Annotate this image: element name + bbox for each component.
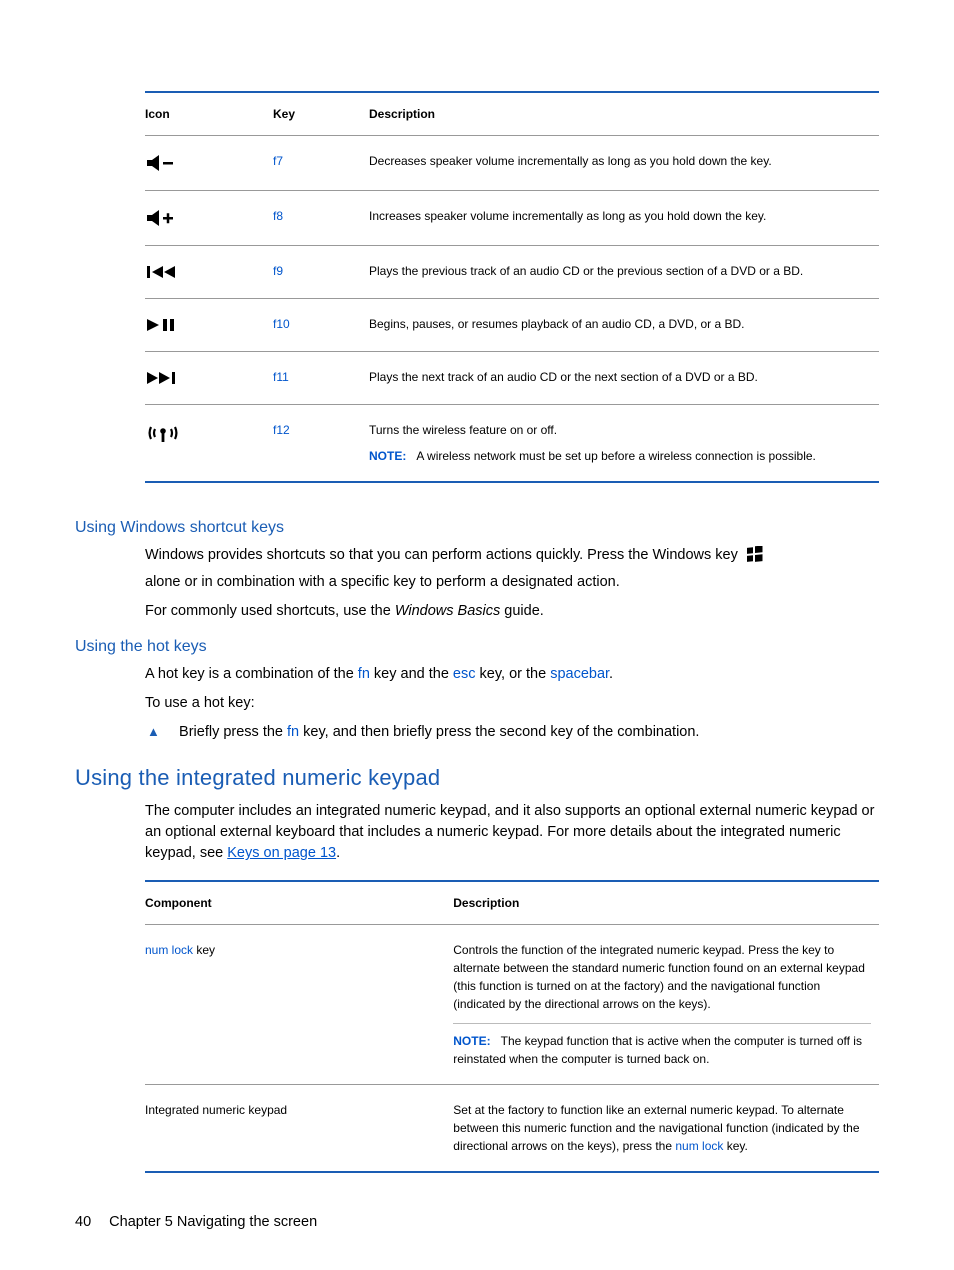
col-desc: Description (369, 99, 879, 129)
wireless-icon (145, 421, 181, 445)
table-header-row: Icon Key Description (145, 99, 879, 129)
table-row: Integrated numeric keypad Set at the fac… (145, 1091, 879, 1165)
volume-down-icon (145, 152, 179, 174)
action-keys-table: Icon Key Description f7 Decreases speake… (145, 85, 879, 489)
list-item: ▲ Briefly press the fn key, and then bri… (145, 722, 879, 743)
table-row: f8 Increases speaker volume incrementall… (145, 197, 879, 239)
component-desc: Set at the factory to function like an e… (453, 1091, 879, 1165)
paragraph: To use a hot key: (145, 693, 879, 714)
key-label: f12 (273, 423, 290, 437)
key-desc: Plays the previous track of an audio CD … (369, 252, 879, 292)
table-row: f7 Decreases speaker volume incrementall… (145, 142, 879, 184)
paragraph: The computer includes an integrated nume… (145, 801, 879, 864)
paragraph: For commonly used shortcuts, use the Win… (145, 601, 879, 622)
key-desc: Turns the wireless feature on or off. (369, 421, 871, 439)
page-footer: 40 Chapter 5 Navigating the screen (75, 1214, 317, 1230)
note-text: A wireless network must be set up before… (416, 449, 816, 463)
col-desc: Description (453, 888, 879, 918)
table-header-row: Component Description (145, 888, 879, 918)
paragraph: A hot key is a combination of the fn key… (145, 664, 879, 685)
key-label: f10 (273, 317, 290, 331)
key-desc: Plays the next track of an audio CD or t… (369, 358, 879, 398)
key-label: f11 (273, 370, 289, 384)
col-key: Key (273, 99, 369, 129)
section-hotkeys-title: Using the hot keys (75, 638, 879, 656)
table-row: num lock key Controls the function of th… (145, 931, 879, 1078)
triangle-bullet-icon: ▲ (147, 723, 175, 742)
next-track-icon (145, 368, 183, 388)
volume-up-icon (145, 207, 179, 229)
chapter-label: Chapter 5 Navigating the screen (109, 1214, 317, 1230)
numeric-keypad-table: Component Description num lock key Contr… (145, 874, 879, 1179)
component-name: num lock (145, 943, 193, 957)
section-numeric-keypad-title: Using the integrated numeric keypad (75, 765, 879, 791)
component-name: Integrated numeric keypad (145, 1091, 453, 1165)
link-keys-page-13[interactable]: Keys on page 13 (227, 845, 336, 861)
previous-track-icon (145, 262, 183, 282)
key-label: f9 (273, 264, 283, 278)
paragraph: Windows provides shortcuts so that you c… (145, 545, 879, 566)
key-desc: Decreases speaker volume incrementally a… (369, 142, 879, 184)
key-desc: Begins, pauses, or resumes playback of a… (369, 305, 879, 345)
component-desc: Controls the function of the integrated … (453, 941, 871, 1013)
windows-key-icon (746, 546, 764, 564)
col-icon: Icon (145, 99, 273, 129)
table-row: f12 Turns the wireless feature on or off… (145, 411, 879, 475)
note-label: NOTE: (369, 449, 406, 463)
table-row: f11 Plays the next track of an audio CD … (145, 358, 879, 398)
table-row: f10 Begins, pauses, or resumes playback … (145, 305, 879, 345)
play-pause-icon (145, 315, 181, 335)
note-text: The keypad function that is active when … (453, 1034, 862, 1066)
note-label: NOTE: (453, 1034, 490, 1048)
section-windows-shortcuts-title: Using Windows shortcut keys (75, 519, 879, 537)
table-row: f9 Plays the previous track of an audio … (145, 252, 879, 292)
key-label: f8 (273, 209, 283, 223)
col-component: Component (145, 888, 453, 918)
page-number: 40 (75, 1214, 91, 1230)
paragraph: alone or in combination with a specific … (145, 572, 879, 593)
key-label: f7 (273, 154, 283, 168)
key-desc: Increases speaker volume incrementally a… (369, 197, 879, 239)
